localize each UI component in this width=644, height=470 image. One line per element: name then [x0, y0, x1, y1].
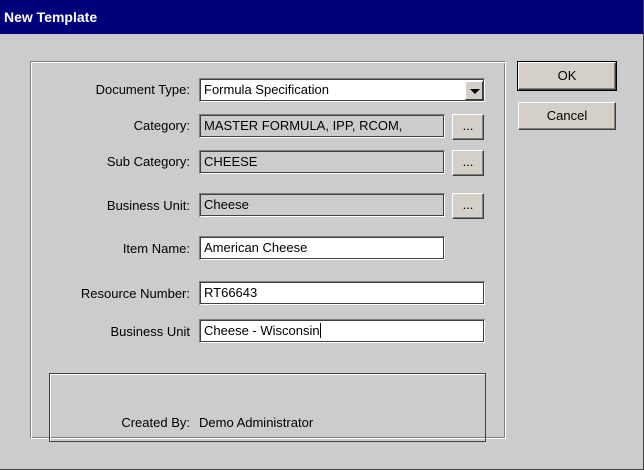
new-template-dialog: New Template Document Type: Formula Spec… [0, 0, 644, 470]
dialog-title: New Template [0, 0, 643, 34]
cancel-button[interactable]: Cancel [518, 102, 616, 130]
created-by-box [49, 373, 486, 442]
document-type-label: Document Type: [95, 82, 190, 97]
created-by-label: Created By: [121, 415, 190, 430]
business-unit-2-input[interactable]: Cheese - Wisconsin [199, 319, 485, 343]
dialog-content: Document Type: Formula Specification Cat… [0, 34, 643, 469]
created-by-value: Demo Administrator [199, 415, 314, 430]
business-unit-2-label: Business Unit [110, 324, 190, 339]
sub-category-field: CHEESE [199, 150, 445, 174]
business-unit-field: Cheese [199, 193, 445, 217]
sub-category-browse-button[interactable]: ... [452, 150, 484, 176]
category-label: Category: [133, 118, 190, 133]
text-caret [319, 323, 321, 338]
item-name-label: Item Name: [122, 241, 190, 256]
document-type-select[interactable]: Formula Specification [199, 78, 485, 102]
business-unit-browse-button[interactable]: ... [452, 193, 484, 219]
resource-number-label: Resource Number: [80, 286, 190, 301]
category-browse-button[interactable]: ... [452, 114, 484, 140]
item-name-input[interactable]: American Cheese [199, 236, 445, 260]
chevron-down-icon[interactable] [465, 81, 483, 100]
category-field: MASTER FORMULA, IPP, RCOM, [199, 114, 445, 138]
business-unit-2-value: Cheese - Wisconsin [204, 323, 320, 338]
business-unit-label: Business Unit: [106, 198, 190, 213]
resource-number-input[interactable]: RT66643 [199, 281, 485, 305]
document-type-value: Formula Specification [204, 82, 329, 97]
sub-category-label: Sub Category: [106, 154, 190, 169]
ok-button[interactable]: OK [517, 61, 617, 91]
